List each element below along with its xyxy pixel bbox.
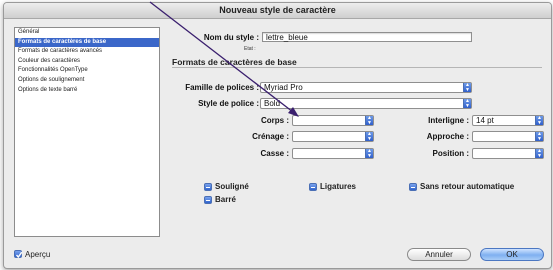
annotation-arrow-icon (149, 1, 299, 117)
